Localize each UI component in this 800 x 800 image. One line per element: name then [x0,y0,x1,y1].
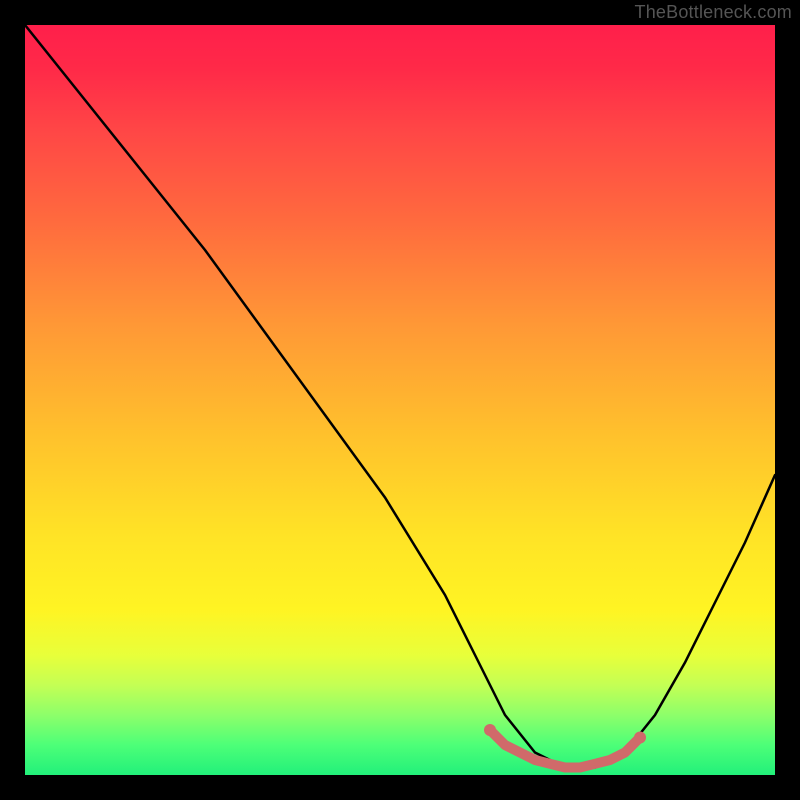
optimal-range-marker [490,730,640,768]
curve-svg [25,25,775,775]
plot-area [25,25,775,775]
optimal-range-end-dot [634,732,646,744]
bottleneck-curve [25,25,775,768]
optimal-range-start-dot [484,724,496,736]
chart-frame: TheBottleneck.com [0,0,800,800]
watermark-text: TheBottleneck.com [635,2,792,23]
